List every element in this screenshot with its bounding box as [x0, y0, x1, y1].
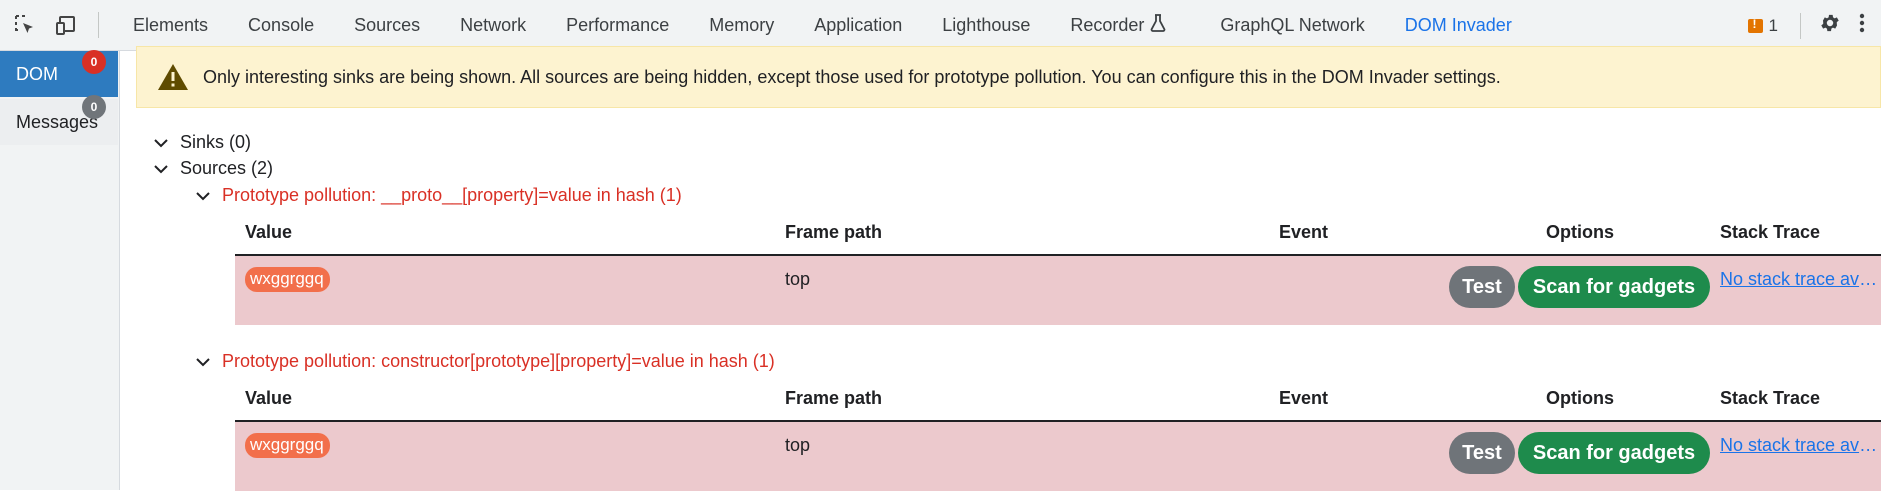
column-header-frame-path: Frame path [785, 222, 883, 242]
tree-node-label: Sources (2) [180, 158, 274, 178]
frame-path-cell: top [785, 435, 811, 455]
toolbar-divider [98, 12, 99, 38]
sidebar-item-dom[interactable]: DOM 0 [0, 50, 118, 97]
tab-lighthouse[interactable]: Lighthouse [922, 0, 1050, 51]
panel-tabs: Elements Console Sources Network Perform… [113, 0, 1532, 51]
scan-for-gadgets-button[interactable]: Scan for gadgets [1518, 432, 1710, 474]
chevron-down-icon [196, 357, 210, 366]
devtools-toolbar: Elements Console Sources Network Perform… [0, 0, 1881, 51]
value-cell: wxggrggq [245, 267, 330, 292]
toolbar-divider [1800, 12, 1801, 39]
tab-label: Memory [709, 14, 775, 35]
sidebar-item-messages[interactable]: Messages 0 [0, 95, 118, 145]
table-row: wxggrggq top Test Scan for gadgets No st… [235, 422, 1881, 491]
tab-performance[interactable]: Performance [546, 0, 689, 51]
test-button[interactable]: Test [1449, 266, 1515, 308]
tab-label: Application [814, 14, 903, 35]
tab-graphql-network[interactable]: GraphQL Network [1186, 0, 1384, 51]
table-row: wxggrggq top Test Scan for gadgets No st… [235, 256, 1881, 325]
tree-node-sources[interactable]: Sources (2) [152, 158, 273, 179]
warning-text: Only interesting sinks are being shown. … [203, 66, 1501, 87]
value-pill: wxggrggq [245, 433, 330, 458]
table-header-row: Value Frame path Event Options Stack Tra… [235, 376, 1881, 422]
column-header-value: Value [245, 222, 293, 242]
frame-path-cell: top [785, 269, 811, 289]
warning-banner: Only interesting sinks are being shown. … [136, 46, 1881, 108]
column-header-frame-path: Frame path [785, 388, 883, 408]
tab-recorder[interactable]: Recorder [1050, 0, 1186, 51]
inspect-element-icon[interactable] [10, 10, 40, 40]
dom-invader-sidebar: DOM 0 Messages 0 [0, 50, 120, 490]
scan-for-gadgets-button[interactable]: Scan for gadgets [1518, 266, 1710, 308]
tab-dom-invader[interactable]: DOM Invader [1384, 0, 1532, 51]
settings-gear-icon[interactable] [1819, 12, 1841, 39]
tab-label: Lighthouse [942, 14, 1031, 35]
sidebar-item-label: DOM [16, 63, 58, 84]
value-cell: wxggrggq [245, 433, 330, 458]
test-button[interactable]: Test [1449, 432, 1515, 474]
warning-icon [157, 63, 189, 91]
value-pill: wxggrggq [245, 267, 330, 292]
chevron-down-icon [196, 191, 210, 200]
tab-application[interactable]: Application [794, 0, 922, 51]
result-table: Value Frame path Event Options Stack Tra… [235, 210, 1881, 325]
column-header-options: Options [1546, 388, 1614, 408]
count-badge: 0 [82, 50, 106, 74]
source-group-proto[interactable]: Prototype pollution: __proto__[property]… [194, 185, 682, 206]
column-header-event: Event [1279, 222, 1329, 242]
tab-label: DOM Invader [1404, 14, 1512, 35]
tab-network[interactable]: Network [440, 0, 546, 51]
issues-count: 1 [1768, 15, 1778, 35]
column-header-event: Event [1279, 388, 1329, 408]
column-header-stack-trace: Stack Trace [1720, 222, 1821, 242]
tab-label: Sources [354, 14, 421, 35]
tree-node-sinks[interactable]: Sinks (0) [152, 132, 251, 153]
result-table: Value Frame path Event Options Stack Tra… [235, 376, 1881, 491]
tab-console[interactable]: Console [228, 0, 334, 51]
column-header-options: Options [1546, 222, 1614, 242]
toolbar-right: 1 [1747, 0, 1881, 51]
chevron-down-icon [154, 138, 168, 147]
more-options-icon[interactable] [1859, 12, 1865, 39]
tree-node-label: Sinks (0) [180, 132, 252, 152]
column-header-value: Value [245, 388, 293, 408]
tab-sources[interactable]: Sources [334, 0, 440, 51]
tab-label: Performance [566, 14, 670, 35]
tab-label: Console [248, 14, 315, 35]
source-group-title: Prototype pollution: __proto__[property]… [222, 185, 682, 205]
column-header-stack-trace: Stack Trace [1720, 388, 1821, 408]
issues-counter[interactable]: 1 [1747, 15, 1778, 36]
issue-flag-icon [1747, 17, 1763, 33]
tab-memory[interactable]: Memory [689, 0, 794, 51]
count-badge: 0 [82, 95, 106, 119]
flask-icon [1150, 13, 1166, 37]
chevron-down-icon [154, 164, 168, 173]
tab-label: Recorder [1070, 14, 1145, 35]
stack-trace-link[interactable]: No stack trace available [1720, 435, 1881, 456]
source-group-title: Prototype pollution: constructor[prototy… [222, 351, 775, 371]
tab-label: Network [460, 14, 527, 35]
tab-label: Elements [133, 14, 209, 35]
table-header-row: Value Frame path Event Options Stack Tra… [235, 210, 1881, 256]
source-group-constructor[interactable]: Prototype pollution: constructor[prototy… [194, 351, 775, 372]
stack-trace-link[interactable]: No stack trace available [1720, 269, 1881, 290]
device-toolbar-icon[interactable] [52, 10, 82, 40]
tab-label: GraphQL Network [1220, 14, 1365, 35]
tab-elements[interactable]: Elements [113, 0, 228, 51]
